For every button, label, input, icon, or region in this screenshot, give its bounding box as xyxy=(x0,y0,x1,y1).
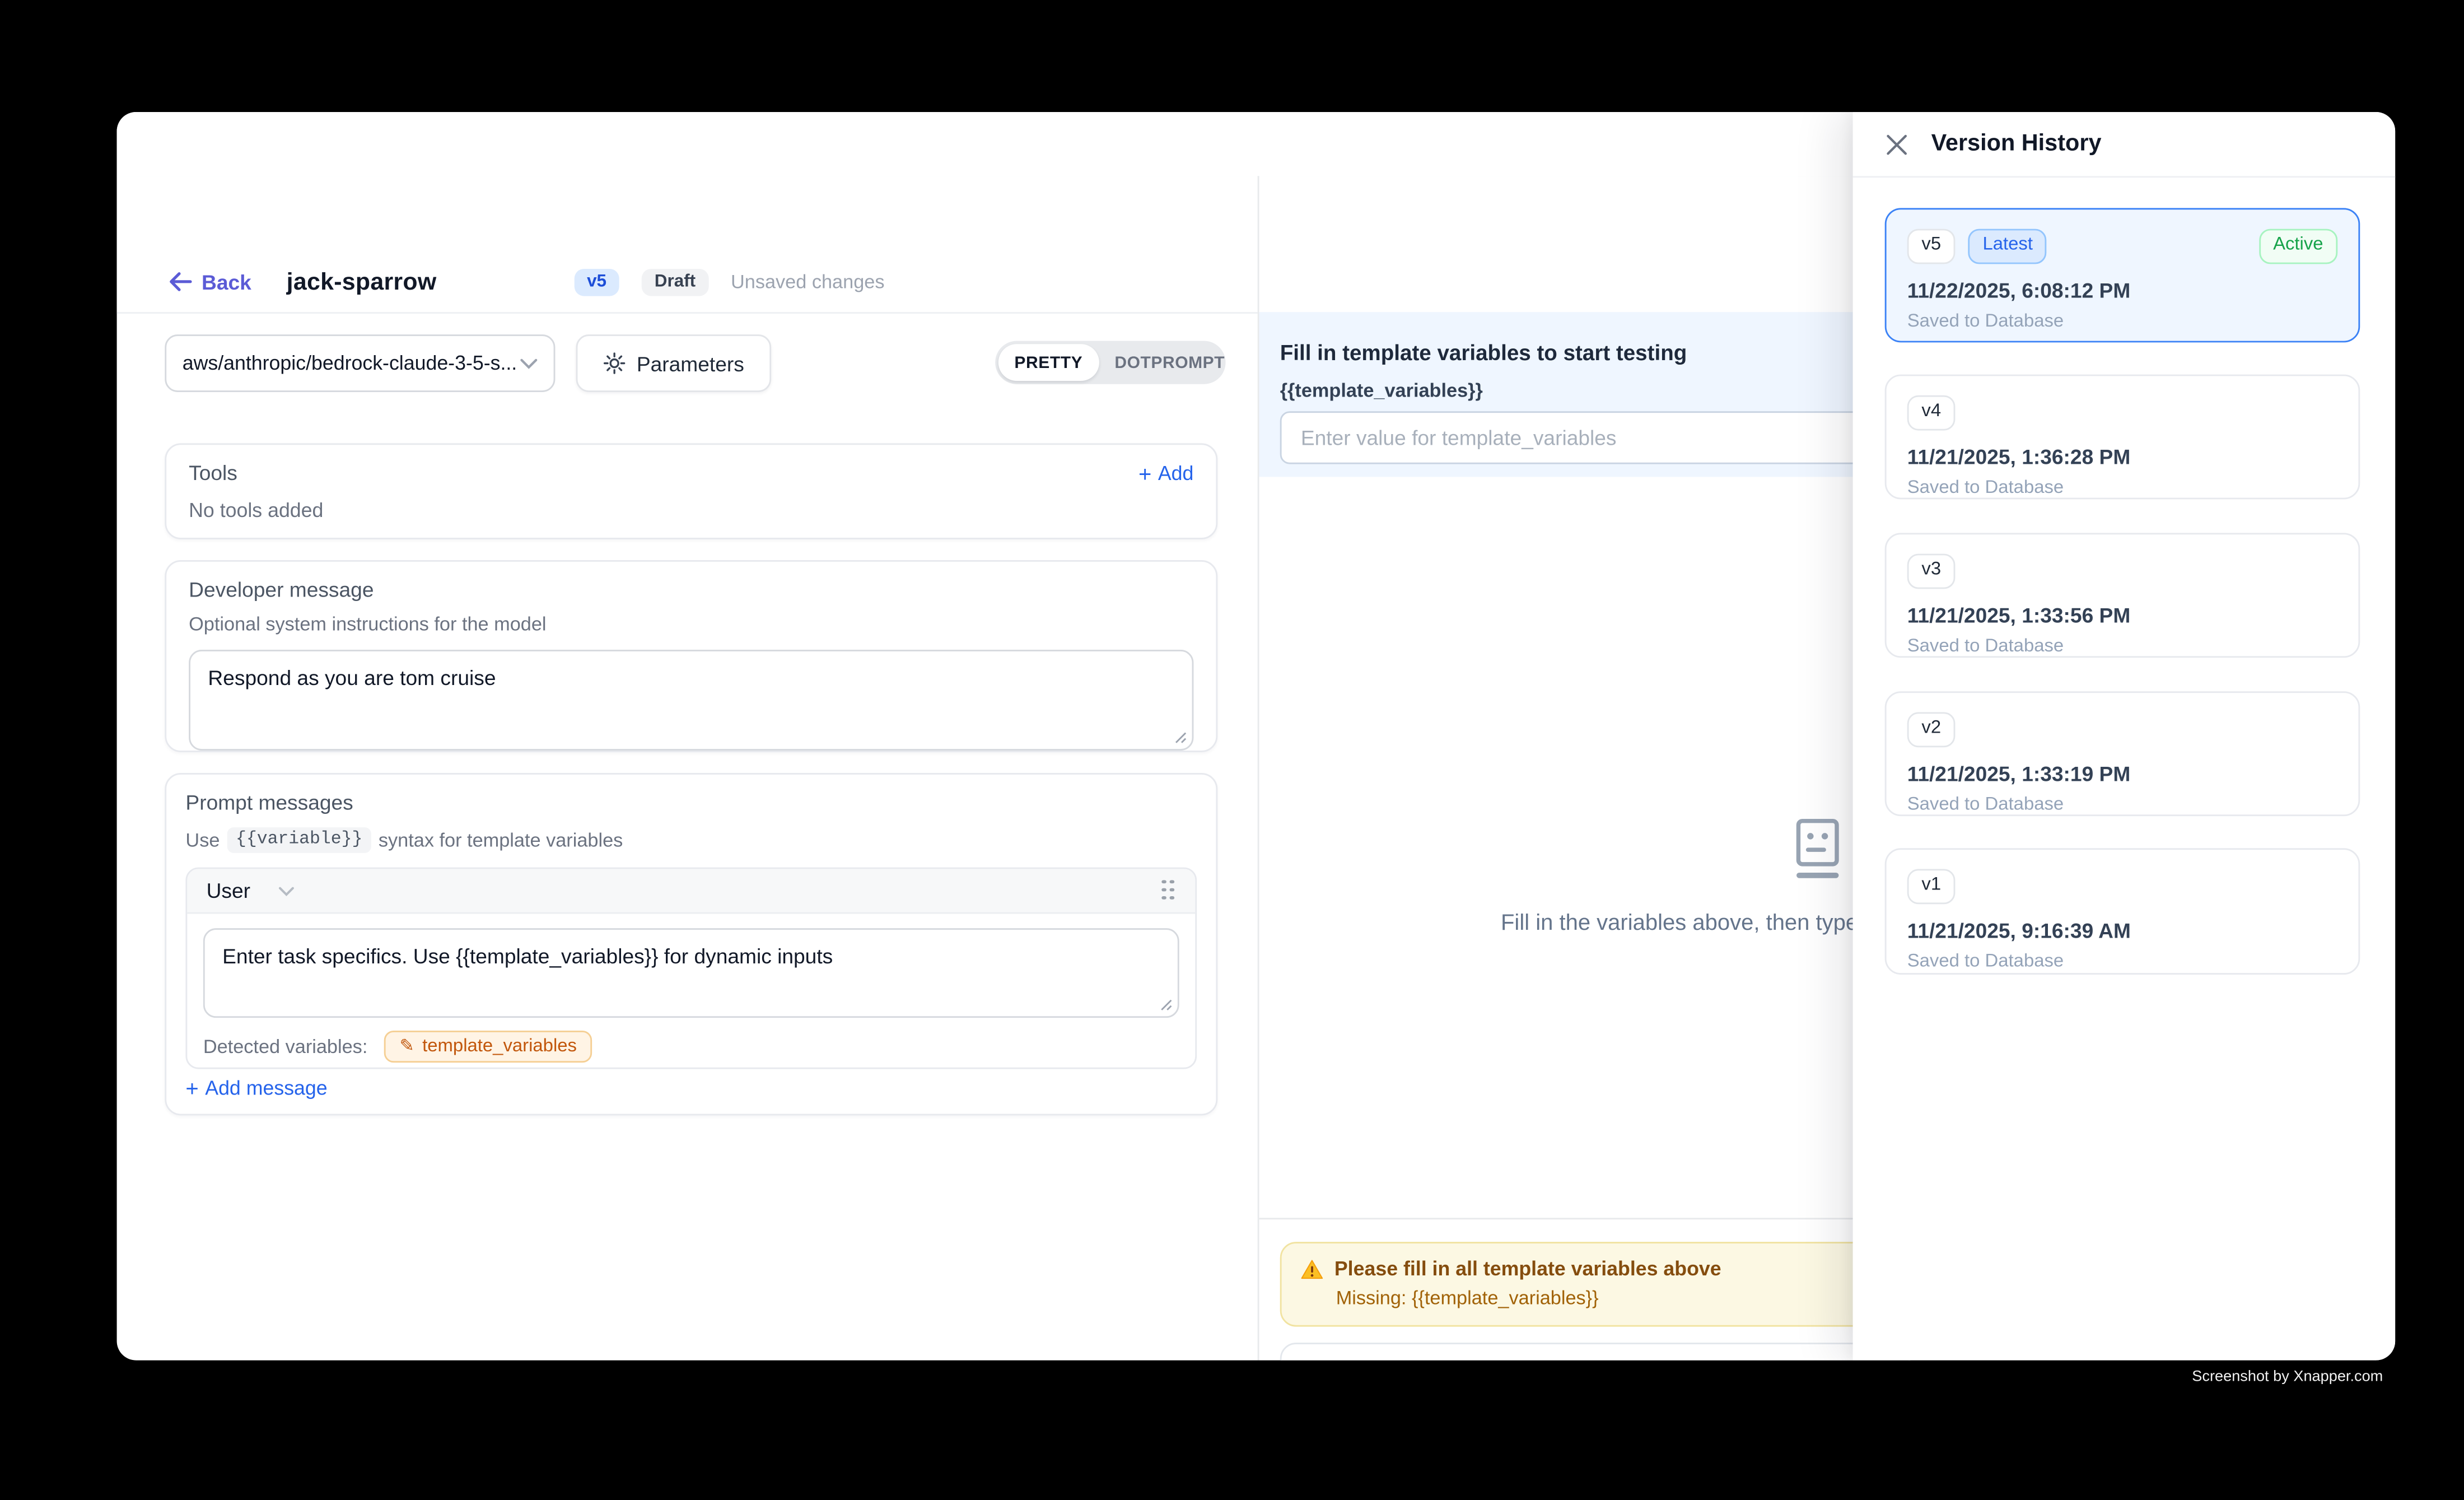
plus-icon: + xyxy=(1138,462,1151,484)
developer-message-input[interactable]: Respond as you are tom cruise xyxy=(189,650,1193,751)
template-variable-name: template_variables xyxy=(422,1037,577,1056)
developer-message-subtitle: Optional system instructions for the mod… xyxy=(189,613,1193,635)
prompt-messages-card: Prompt messages Use {{variable}} syntax … xyxy=(165,773,1217,1115)
prompt-header: Back jack-sparrow v5 Draft Unsaved chang… xyxy=(117,176,1258,314)
version-storage: Saved to Database xyxy=(1907,952,2338,971)
syntax-hint: Use {{variable}} syntax for template var… xyxy=(185,827,1197,853)
resize-handle-icon[interactable] xyxy=(1160,999,1173,1012)
template-variable-chip[interactable]: ✎ template_variables xyxy=(384,1031,593,1063)
drag-handle-icon[interactable] xyxy=(1161,879,1176,902)
version-card-v5[interactable]: v5 Latest Active 11/22/2025, 6:08:12 PM … xyxy=(1885,208,2360,342)
model-selector-value: aws/anthropic/bedrock-claude-3-5-s... xyxy=(183,352,520,375)
variable-code-chip: {{variable}} xyxy=(228,827,371,853)
parameters-button[interactable]: Parameters xyxy=(576,334,772,392)
version-chip: v1 xyxy=(1907,869,1956,903)
version-timestamp: 11/22/2025, 6:08:12 PM xyxy=(1907,278,2338,302)
active-badge: Active xyxy=(2258,229,2337,263)
format-option-dotprompt[interactable]: DOTPROMPT xyxy=(1099,344,1241,381)
parameters-label: Parameters xyxy=(637,351,744,375)
prompt-messages-title: Prompt messages xyxy=(185,790,1197,814)
version-storage: Saved to Database xyxy=(1907,478,2338,497)
arrow-left-icon xyxy=(170,272,192,291)
version-timestamp: 11/21/2025, 1:33:56 PM xyxy=(1907,603,2338,627)
version-timestamp: 11/21/2025, 9:16:39 AM xyxy=(1907,918,2338,942)
developer-message-card: Developer message Optional system instru… xyxy=(165,560,1217,752)
bot-face-icon xyxy=(1787,816,1848,880)
app-window: Back jack-sparrow v5 Draft Unsaved chang… xyxy=(117,112,2396,1361)
version-storage: Saved to Database xyxy=(1907,795,2338,814)
version-card-v3[interactable]: v3 11/21/2025, 1:33:56 PM Saved to Datab… xyxy=(1885,533,2360,658)
screenshot-stage: Back jack-sparrow v5 Draft Unsaved chang… xyxy=(0,0,2464,1500)
version-timestamp: 11/21/2025, 1:33:19 PM xyxy=(1907,761,2338,785)
syntax-prefix: Use xyxy=(185,829,220,851)
version-history-title: Version History xyxy=(1931,131,2102,157)
version-badge: v5 xyxy=(574,268,619,296)
tools-title: Tools xyxy=(189,461,237,485)
version-card-v1[interactable]: v1 11/21/2025, 9:16:39 AM Saved to Datab… xyxy=(1885,848,2360,975)
developer-message-title: Developer message xyxy=(189,577,1193,602)
resize-handle-icon[interactable] xyxy=(1174,732,1187,744)
close-icon[interactable] xyxy=(1882,129,1910,158)
developer-message-value: Respond as you are tom cruise xyxy=(208,666,496,690)
warning-title: Please fill in all template variables ab… xyxy=(1334,1258,1721,1280)
version-chip: v5 xyxy=(1907,229,1956,263)
detected-variables-row: Detected variables: ✎ template_variables xyxy=(203,1031,1195,1063)
pencil-icon: ✎ xyxy=(400,1038,414,1055)
chevron-down-icon[interactable] xyxy=(279,886,295,895)
back-button[interactable]: Back xyxy=(170,269,251,294)
version-storage: Saved to Database xyxy=(1907,636,2338,655)
version-card-v2[interactable]: v2 11/21/2025, 1:33:19 PM Saved to Datab… xyxy=(1885,691,2360,816)
add-message-button[interactable]: + Add message xyxy=(185,1077,327,1100)
format-toggle: PRETTY DOTPROMPT xyxy=(995,341,1225,384)
page-title: jack-sparrow xyxy=(287,268,437,296)
message-value: Enter task specifics. Use {{template_var… xyxy=(222,944,833,968)
template-variable-input[interactable] xyxy=(1280,411,1952,464)
message-block: User Enter task specifics. Use {{templat… xyxy=(185,868,1197,1069)
version-timestamp: 11/21/2025, 1:36:28 PM xyxy=(1907,444,2338,468)
plus-icon: + xyxy=(185,1077,198,1100)
version-card-v4[interactable]: v4 11/21/2025, 1:36:28 PM Saved to Datab… xyxy=(1885,375,2360,500)
warning-banner: Please fill in all template variables ab… xyxy=(1280,1242,1911,1326)
latest-badge: Latest xyxy=(1968,229,2047,263)
draft-badge: Draft xyxy=(642,268,708,296)
syntax-suffix: syntax for template variables xyxy=(379,829,623,851)
tools-empty-text: No tools added xyxy=(189,499,1193,521)
detected-variables-label: Detected variables: xyxy=(203,1036,368,1058)
add-message-label: Add message xyxy=(205,1077,327,1100)
model-selector[interactable]: aws/anthropic/bedrock-claude-3-5-s... xyxy=(165,334,555,392)
version-chip: v2 xyxy=(1907,712,1956,746)
message-role-select[interactable]: User xyxy=(207,879,250,903)
version-history-header: Version History xyxy=(1853,112,2396,178)
message-header: User xyxy=(187,869,1195,914)
gear-icon xyxy=(603,352,626,375)
add-tool-button[interactable]: + Add xyxy=(1138,462,1193,484)
version-storage: Saved to Database xyxy=(1907,311,2338,330)
chat-input-box[interactable] xyxy=(1280,1343,1911,1360)
version-chip: v4 xyxy=(1907,395,1956,430)
empty-state-text: Fill in the variables above, then type xyxy=(1501,909,1858,935)
chevron-down-icon xyxy=(520,358,538,369)
message-input[interactable]: Enter task specifics. Use {{template_var… xyxy=(203,928,1179,1018)
version-history-panel: Version History v5 Latest Active 11/22/2… xyxy=(1853,112,2396,1361)
warning-icon xyxy=(1301,1259,1323,1279)
tools-card: Tools + Add No tools added xyxy=(165,443,1217,539)
add-tool-label: Add xyxy=(1158,462,1194,484)
watermark-text: Screenshot by Xnapper.com xyxy=(2192,1368,2383,1386)
format-option-pretty[interactable]: PRETTY xyxy=(998,344,1099,381)
unsaved-changes-label: Unsaved changes xyxy=(731,271,885,293)
warning-detail: Missing: {{template_variables}} xyxy=(1336,1287,1890,1309)
back-label: Back xyxy=(202,269,251,294)
version-chip: v3 xyxy=(1907,554,1956,588)
